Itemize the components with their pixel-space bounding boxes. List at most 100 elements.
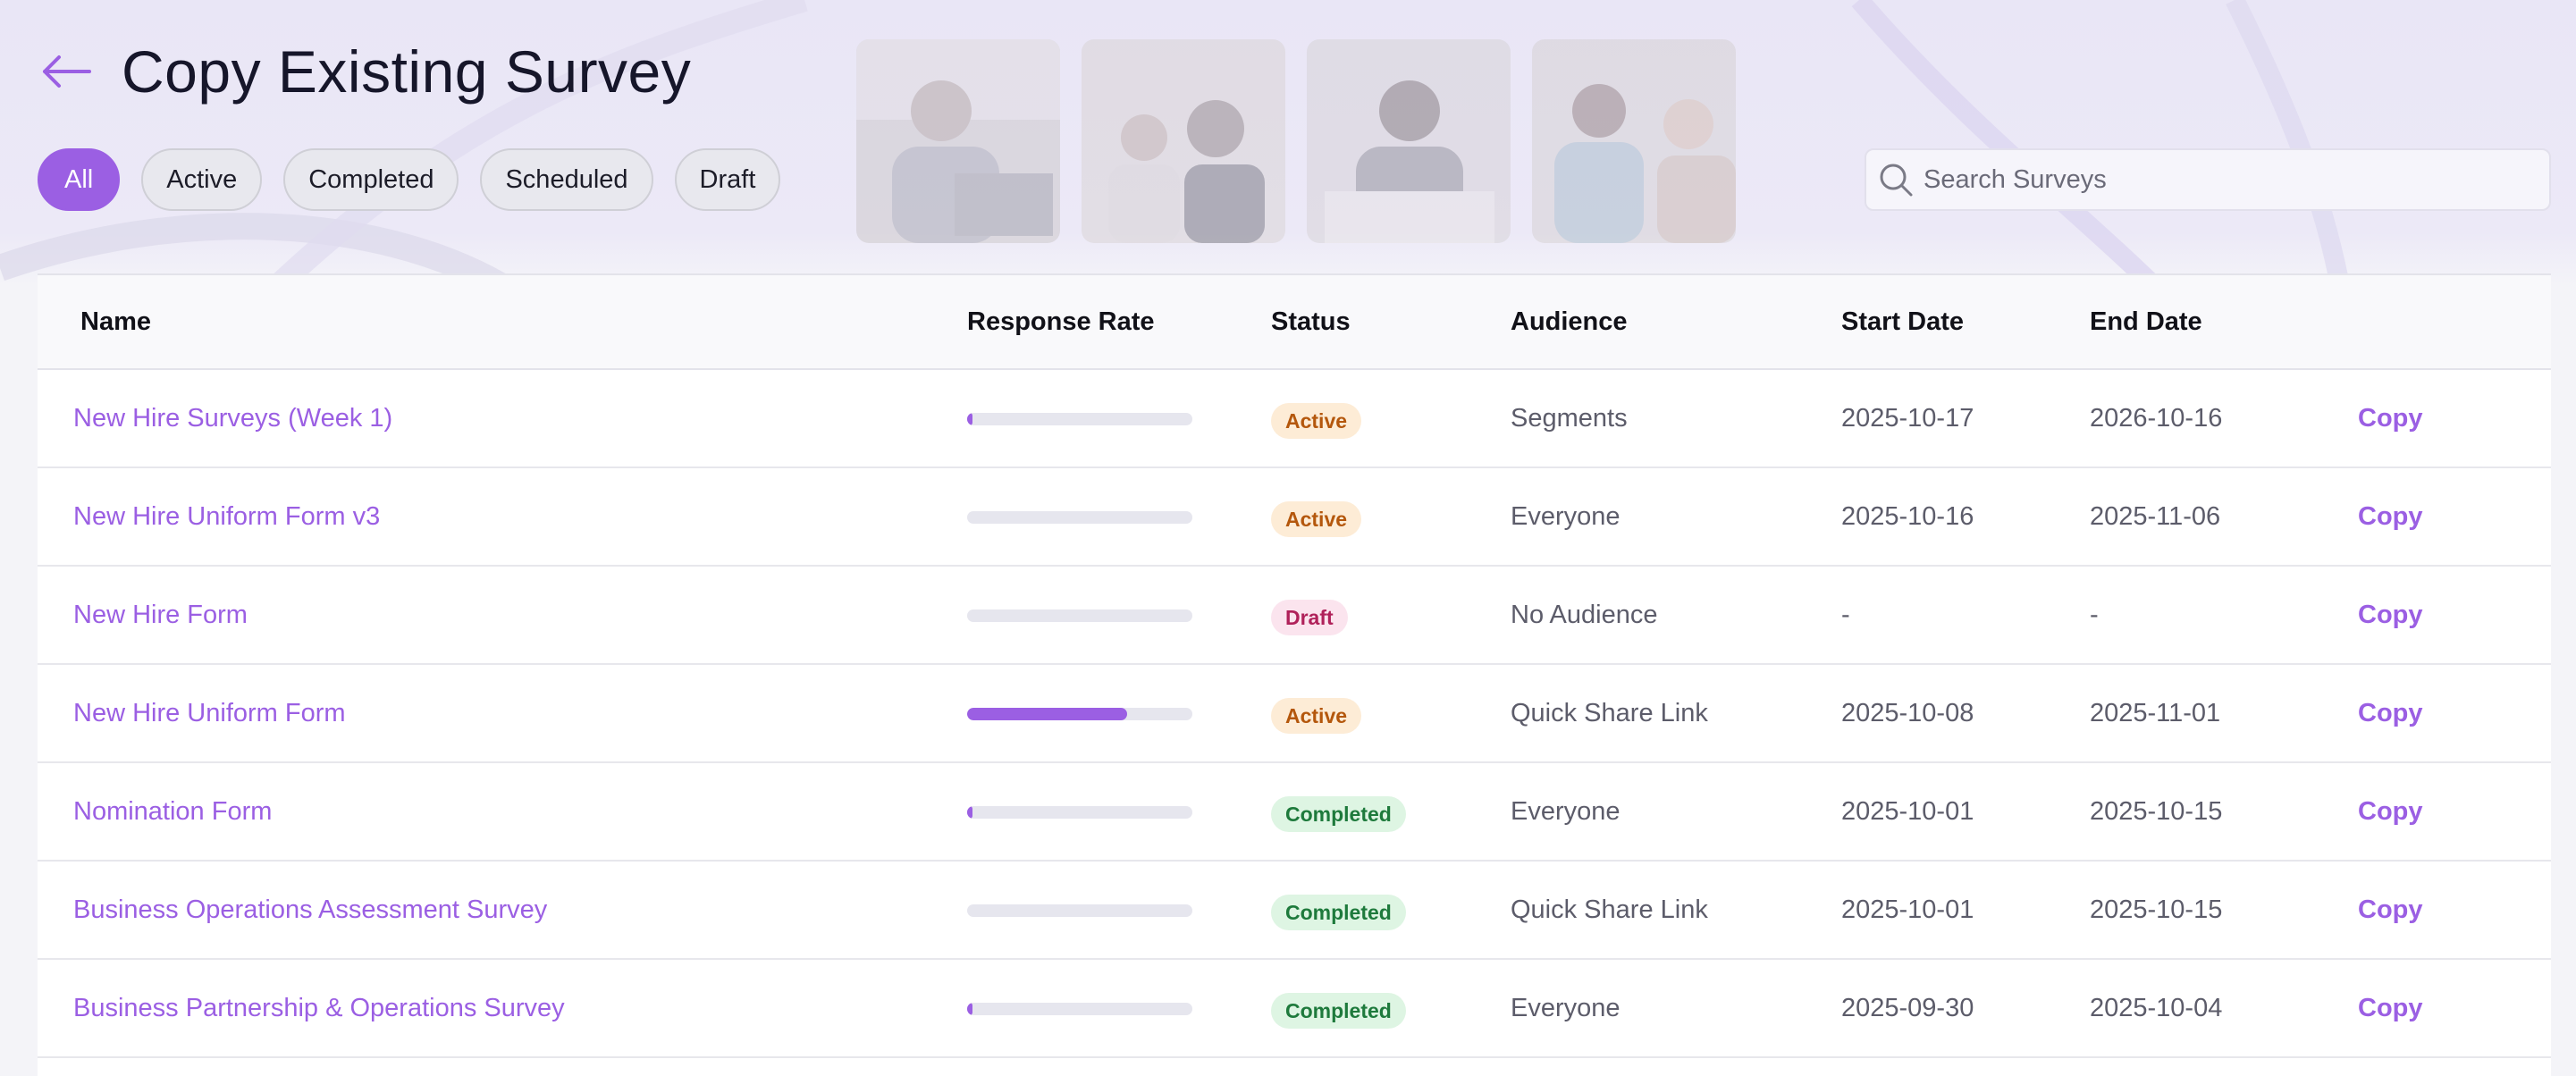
copy-survey-button[interactable]: Copy [2358,567,2423,663]
response-rate-bar [967,806,1192,819]
start-date-cell: 2025-10-16 [1841,502,1974,531]
response-rate-fill [967,1003,972,1015]
response-rate-track [967,609,1192,622]
status-cell: Completed [1271,894,1406,930]
end-date-cell: 2025-11-06 [2090,502,2221,531]
response-rate-bar [967,511,1192,524]
column-header-response-rate[interactable]: Response Rate [967,275,1155,368]
column-header-start-date[interactable]: Start Date [1841,275,1964,368]
status-filter-chips: All Active Completed Scheduled Draft [38,148,781,211]
status-cell: Draft [1271,599,1348,635]
survey-name-link[interactable]: New Hire Form [73,567,248,663]
survey-name-link[interactable]: New Hire Surveys (Week 1) [73,370,392,467]
audience-cell: Everyone [1511,797,1621,826]
audience-cell: No Audience [1511,601,1658,629]
header-photo-4 [1532,39,1736,243]
filter-chip-draft[interactable]: Draft [674,148,781,211]
start-date-cell: 2025-09-30 [1841,994,1974,1022]
page: Copy Existing Survey All Active Completed S… [0,0,2576,1076]
header-photo-2 [1082,39,1285,243]
response-rate-track [967,511,1192,524]
header-photo-strip [856,39,1736,243]
table-header: Name Response Rate Status Audience Start… [38,275,2551,370]
end-date-cell: 2025-10-15 [2090,895,2223,924]
start-date-cell: 2025-10-17 [1841,404,1974,433]
surveys-table: Name Response Rate Status Audience Start… [38,273,2551,1076]
response-rate-track [967,1003,1192,1015]
copy-survey-button[interactable]: Copy [2358,763,2423,860]
response-rate-fill [967,413,972,425]
column-header-end-date[interactable]: End Date [2090,275,2202,368]
page-title: Copy Existing Survey [122,38,692,105]
table-row: Nomination Form Completed Everyone 2025-10-… [38,763,2551,862]
audience-cell: Quick Share Link [1511,895,1708,924]
end-date-cell: - [2090,601,2099,629]
status-cell: Completed [1271,795,1406,832]
column-header-audience[interactable]: Audience [1511,275,1628,368]
response-rate-bar [967,708,1192,720]
survey-name-link[interactable]: Nomination Form [73,763,272,860]
status-cell: Active [1271,402,1362,439]
response-rate-track [967,708,1192,720]
copy-survey-button[interactable]: Copy [2358,370,2423,467]
start-date-cell: 2025-10-01 [1841,895,1974,924]
status-cell: Completed [1271,992,1406,1029]
search-icon [1875,159,1916,200]
response-rate-track [967,413,1192,425]
table-row: New Hire Form Draft No Audience - - Copy [38,567,2551,665]
start-date-cell: 2025-10-08 [1841,699,1974,727]
filter-chip-scheduled[interactable]: Scheduled [480,148,653,211]
response-rate-track [967,806,1192,819]
start-date-cell: - [1841,601,1850,629]
end-date-cell: 2026-10-16 [2090,404,2223,433]
response-rate-bar [967,609,1192,622]
table-row: New Hire Uniform Form v3 Active Everyone 20… [38,468,2551,567]
response-rate-fill [967,708,1127,720]
status-badge: Active [1271,698,1362,734]
table-row: New Hire Surveys (Week 1) Active Segments 2… [38,370,2551,468]
status-badge: Draft [1271,600,1348,635]
copy-survey-button[interactable]: Copy [2358,665,2423,761]
end-date-cell: 2025-10-04 [2090,994,2223,1022]
table-row: Business Partnership & Operations Survey… [38,960,2551,1058]
copy-survey-button[interactable]: Copy [2358,960,2423,1056]
survey-name-link[interactable]: New Hire Uniform Form [73,665,346,761]
end-date-cell: 2025-11-01 [2090,699,2221,727]
column-header-status[interactable]: Status [1271,275,1351,368]
copy-survey-button[interactable]: Copy [2358,862,2423,958]
filter-chip-completed[interactable]: Completed [283,148,459,211]
search-input[interactable] [1924,164,2549,195]
end-date-cell: 2025-10-15 [2090,797,2223,826]
column-header-name[interactable]: Name [80,275,151,368]
search-box [1865,148,2551,211]
filter-chip-active[interactable]: Active [141,148,263,211]
table-body: New Hire Surveys (Week 1) Active Segments 2… [38,370,2551,1058]
status-badge: Active [1271,403,1362,439]
status-cell: Active [1271,697,1362,734]
status-badge: Completed [1271,796,1406,832]
filter-chip-all[interactable]: All [38,148,121,211]
table-row: New Hire Uniform Form Active Quick Share L… [38,665,2551,763]
response-rate-fill [967,806,972,819]
header-photo-1 [856,39,1060,243]
table-row: Business Operations Assessment Survey Com… [38,862,2551,960]
survey-name-link[interactable]: Business Operations Assessment Survey [73,862,547,958]
status-badge: Completed [1271,895,1406,930]
copy-survey-button[interactable]: Copy [2358,468,2423,565]
back-button[interactable] [30,36,102,107]
response-rate-bar [967,904,1192,917]
audience-cell: Everyone [1511,502,1621,531]
header-photo-3 [1307,39,1511,243]
status-badge: Active [1271,501,1362,537]
start-date-cell: 2025-10-01 [1841,797,1974,826]
survey-name-link[interactable]: Business Partnership & Operations Survey [73,960,565,1056]
audience-cell: Everyone [1511,994,1621,1022]
arrow-left-icon [43,55,91,88]
response-rate-bar [967,413,1192,425]
page-header: Copy Existing Survey [38,27,691,116]
survey-name-link[interactable]: New Hire Uniform Form v3 [73,468,380,565]
audience-cell: Segments [1511,404,1628,433]
response-rate-bar [967,1003,1192,1015]
response-rate-track [967,904,1192,917]
status-cell: Active [1271,500,1362,537]
